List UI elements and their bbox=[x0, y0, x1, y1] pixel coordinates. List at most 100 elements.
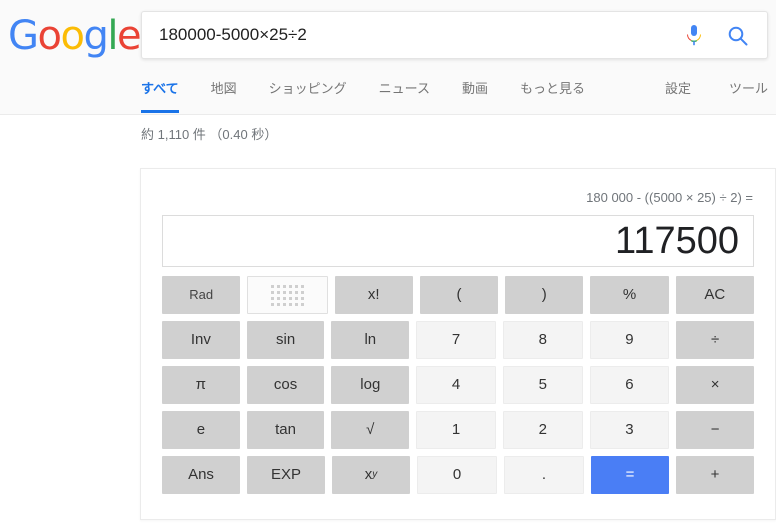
multiply-button[interactable]: × bbox=[676, 366, 755, 404]
digit-0-button[interactable]: 0 bbox=[417, 456, 497, 494]
calculator-keypad: Rad x! ()% AC Inv sin ln 7 8 9 ÷ π cos log 4 5 6 × e tan √ 1 2… bbox=[162, 276, 755, 501]
calculator-display[interactable]: 117500 bbox=[162, 215, 754, 267]
search-header: Google すべて 地図 ショッピング ニュース 動画 もっと見る bbox=[0, 0, 776, 115]
factorial-button[interactable]: x! bbox=[334, 276, 413, 314]
log-button[interactable]: log bbox=[331, 366, 410, 404]
calculator-expression: 180 000 - ((5000 × 25) ÷ 2) = bbox=[586, 190, 753, 205]
inverse-button-label: Inv bbox=[190, 331, 211, 348]
power-exponent: y bbox=[372, 469, 378, 480]
microphone-icon[interactable] bbox=[683, 24, 705, 48]
rad-deg-toggle-label: Rad bbox=[189, 287, 214, 302]
digit-9-button[interactable]: 9 bbox=[589, 321, 670, 359]
ln-button-label: ln bbox=[364, 331, 377, 348]
rad-deg-toggle[interactable]: Rad bbox=[162, 276, 241, 314]
multiply-button-label: × bbox=[710, 376, 720, 393]
calculator-row: Rad x! ()% AC bbox=[162, 276, 754, 314]
search-submit-icon[interactable] bbox=[727, 25, 749, 47]
calculator-row: Inv sin ln 7 8 9 ÷ bbox=[162, 321, 755, 359]
log-button-label: log bbox=[360, 376, 381, 393]
calculator-card: 180 000 - ((5000 × 25) ÷ 2) = 117500 Rad… bbox=[140, 168, 776, 520]
cos-button[interactable]: cos bbox=[246, 366, 325, 404]
all-clear-button-label: AC bbox=[704, 286, 726, 303]
logo-letter-G: G bbox=[8, 13, 39, 59]
digit-6-button[interactable]: 6 bbox=[589, 366, 670, 404]
plus-button-label: + bbox=[710, 466, 720, 483]
ln-button[interactable]: ln bbox=[331, 321, 410, 359]
equals-button[interactable]: = bbox=[591, 456, 669, 494]
digit-3-button[interactable]: 3 bbox=[589, 411, 670, 449]
close-paren-button-label: ) bbox=[541, 286, 547, 303]
search-input[interactable] bbox=[159, 12, 679, 58]
logo-letter-l: l bbox=[107, 13, 118, 59]
divide-button-label: ÷ bbox=[711, 331, 720, 348]
digit-5-button[interactable]: 5 bbox=[502, 366, 583, 404]
digit-4-button[interactable]: 4 bbox=[416, 366, 496, 404]
sqrt-button-label: √ bbox=[366, 421, 375, 438]
tab-videos[interactable]: 動画 bbox=[462, 76, 488, 113]
calculator-result: 117500 bbox=[615, 220, 739, 262]
percent-button-label: % bbox=[622, 286, 637, 303]
digit-2-button-label: 2 bbox=[538, 421, 547, 438]
digit-2-button[interactable]: 2 bbox=[502, 411, 583, 449]
tools-button[interactable]: ツール bbox=[729, 76, 768, 110]
exponent-button[interactable]: EXP bbox=[247, 456, 325, 494]
settings-button[interactable]: 設定 bbox=[665, 76, 691, 110]
inverse-button[interactable]: Inv bbox=[162, 321, 240, 359]
digit-3-button-label: 3 bbox=[625, 421, 634, 438]
tab-news[interactable]: ニュース bbox=[379, 76, 430, 113]
digit-8-button-label: 8 bbox=[538, 331, 547, 348]
logo-letter-o1: o bbox=[37, 13, 62, 59]
divide-button[interactable]: ÷ bbox=[676, 321, 755, 359]
digit-1-button-label: 1 bbox=[451, 421, 461, 438]
tab-all[interactable]: すべて bbox=[141, 76, 179, 113]
plus-button[interactable]: + bbox=[676, 456, 754, 494]
answer-button-label: Ans bbox=[188, 466, 214, 483]
power-button[interactable]: xy bbox=[332, 456, 410, 494]
tab-more[interactable]: もっと見る bbox=[520, 76, 585, 113]
logo-letter-o2: o bbox=[60, 13, 84, 59]
google-logo[interactable]: Google bbox=[8, 13, 142, 59]
sin-button[interactable]: sin bbox=[246, 321, 325, 359]
minus-button[interactable]: − bbox=[676, 411, 755, 449]
decimal-point-button-label: . bbox=[541, 466, 547, 483]
cos-button-label: cos bbox=[273, 376, 298, 393]
digit-4-button-label: 4 bbox=[451, 376, 461, 393]
all-clear-button[interactable]: AC bbox=[675, 276, 754, 314]
euler-button[interactable]: e bbox=[162, 411, 240, 449]
pi-button[interactable]: π bbox=[162, 366, 240, 404]
calculator-row: Ans EXP x y 0. = + bbox=[162, 456, 754, 494]
open-paren-button-label: ( bbox=[456, 286, 462, 303]
tab-shopping[interactable]: ショッピング bbox=[269, 76, 347, 113]
digit-9-button-label: 9 bbox=[625, 331, 634, 348]
keyboard-icon-button[interactable] bbox=[247, 276, 328, 314]
digit-1-button[interactable]: 1 bbox=[416, 411, 496, 449]
tan-button-label: tan bbox=[275, 421, 296, 438]
sin-button-label: sin bbox=[275, 331, 296, 348]
digit-5-button-label: 5 bbox=[538, 376, 547, 393]
close-paren-button[interactable]: ) bbox=[505, 276, 584, 314]
keyboard-icon bbox=[270, 284, 304, 306]
pi-button-label: π bbox=[195, 376, 207, 393]
equals-button-label: = bbox=[625, 466, 635, 483]
answer-button[interactable]: Ans bbox=[162, 456, 240, 494]
exponent-button-label: EXP bbox=[270, 466, 301, 483]
logo-letter-e: e bbox=[116, 13, 142, 59]
sqrt-button[interactable]: √ bbox=[331, 411, 410, 449]
search-box[interactable] bbox=[141, 11, 768, 59]
open-paren-button[interactable]: ( bbox=[419, 276, 499, 314]
search-tools-group: 設定 ツール bbox=[627, 76, 768, 110]
search-tabs: すべて 地図 ショッピング ニュース 動画 もっと見る bbox=[141, 76, 617, 115]
digit-7-button-label: 7 bbox=[451, 331, 461, 348]
digit-0-button-label: 0 bbox=[452, 466, 462, 483]
percent-button[interactable]: % bbox=[590, 276, 669, 314]
calculator-row: e tan √ 1 2 3 − bbox=[162, 411, 755, 449]
tan-button[interactable]: tan bbox=[246, 411, 325, 449]
factorial-button-label: x! bbox=[367, 286, 380, 303]
digit-8-button[interactable]: 8 bbox=[502, 321, 583, 359]
tab-maps[interactable]: 地図 bbox=[211, 76, 237, 113]
result-stats: 約 1,110 件 （0.40 秒） bbox=[141, 127, 278, 142]
digit-7-button[interactable]: 7 bbox=[416, 321, 496, 359]
decimal-point-button[interactable]: . bbox=[504, 456, 584, 494]
digit-6-button-label: 6 bbox=[625, 376, 634, 393]
minus-button-label: − bbox=[710, 421, 720, 438]
